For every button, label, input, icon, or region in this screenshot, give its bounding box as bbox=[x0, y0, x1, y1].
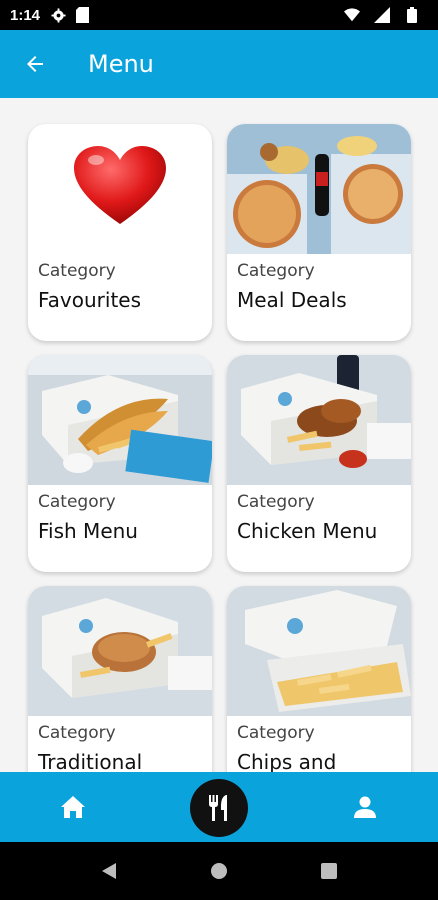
category-label: Category bbox=[237, 261, 315, 281]
chips-box-photo bbox=[227, 586, 411, 716]
arrow-left-icon bbox=[27, 56, 43, 72]
back-button[interactable] bbox=[0, 30, 70, 98]
category-label: Category bbox=[38, 261, 116, 281]
category-name: Meal Deals bbox=[237, 288, 347, 312]
category-label: Category bbox=[38, 492, 116, 512]
category-card-fish-menu[interactable]: Category Fish Menu bbox=[28, 355, 212, 572]
pizza-meal-photo bbox=[227, 124, 411, 254]
back-triangle-icon[interactable] bbox=[94, 856, 124, 886]
category-label: Category bbox=[38, 723, 116, 743]
person-icon bbox=[354, 796, 376, 818]
category-card-chips-and[interactable]: Category Chips and bbox=[227, 586, 411, 772]
category-name: Fish Menu bbox=[38, 519, 138, 543]
category-label: Category bbox=[237, 723, 315, 743]
gear-icon bbox=[50, 7, 66, 23]
page-title: Menu bbox=[88, 50, 154, 78]
category-name: Traditional bbox=[38, 750, 143, 772]
signal-icon bbox=[374, 7, 390, 23]
category-card-chicken-menu[interactable]: Category Chicken Menu bbox=[227, 355, 411, 572]
recents-square-icon[interactable] bbox=[314, 856, 344, 886]
cutlery-icon bbox=[209, 795, 227, 821]
pie-and-chips-photo bbox=[28, 586, 212, 716]
nav-menu-button[interactable] bbox=[190, 779, 248, 837]
category-card-traditional[interactable]: Category Traditional bbox=[28, 586, 212, 772]
category-name: Chips and bbox=[237, 750, 337, 772]
nav-profile-button[interactable] bbox=[340, 787, 390, 827]
home-icon bbox=[61, 796, 85, 818]
bottom-nav bbox=[0, 772, 438, 842]
home-circle-icon[interactable] bbox=[204, 856, 234, 886]
status-bar: 1:14 bbox=[0, 0, 438, 30]
system-nav-bar bbox=[0, 842, 438, 900]
category-name: Favourites bbox=[38, 288, 142, 312]
chicken-wings-photo bbox=[227, 355, 411, 485]
category-grid: Category Favourites Category Meal Deals bbox=[0, 98, 438, 772]
battery-icon bbox=[404, 7, 420, 23]
category-name: Chicken Menu bbox=[237, 519, 378, 543]
fish-and-chips-photo bbox=[28, 355, 212, 485]
category-card-favourites[interactable]: Category Favourites bbox=[28, 124, 212, 341]
category-card-meal-deals[interactable]: Category Meal Deals bbox=[227, 124, 411, 341]
category-label: Category bbox=[237, 492, 315, 512]
sd-card-icon bbox=[74, 7, 90, 23]
app-bar: Menu bbox=[0, 30, 438, 98]
heart-icon bbox=[28, 124, 212, 254]
wifi-icon bbox=[344, 7, 360, 23]
status-time: 1:14 bbox=[10, 6, 41, 24]
nav-home-button[interactable] bbox=[48, 787, 98, 827]
